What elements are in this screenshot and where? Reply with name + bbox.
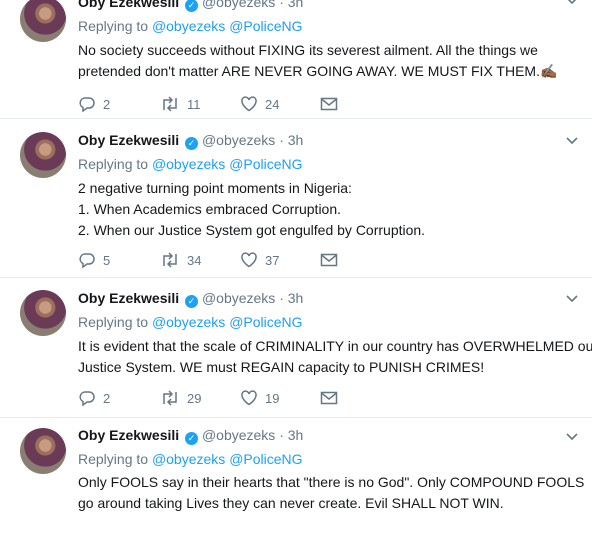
- verified-badge-icon: ✓: [185, 295, 199, 308]
- verified-badge-icon: ✓: [185, 0, 199, 12]
- like-button[interactable]: 24: [240, 94, 279, 114]
- tweet-header: Oby Ezekwesili ✓ @obyezeks · 3h: [78, 132, 303, 150]
- separator-dot: ·: [279, 132, 284, 148]
- separator-dot: ·: [279, 290, 284, 306]
- envelope-icon: [320, 391, 338, 405]
- author-name[interactable]: Oby Ezekwesili: [78, 0, 179, 10]
- tweet[interactable]: Oby Ezekwesili ✓ @obyezeks · 3h Replying…: [0, 118, 592, 278]
- retweet-count: 34: [187, 252, 202, 268]
- tweet-text-line: No society succeeds without FIXING its s…: [78, 42, 538, 58]
- tweet-text: It is evident that the scale of CRIMINAL…: [78, 336, 592, 378]
- replying-prefix: Replying to: [78, 18, 149, 34]
- direct-message-button[interactable]: [320, 250, 338, 270]
- reply-icon: [79, 391, 95, 407]
- timestamp[interactable]: 3h: [288, 132, 304, 148]
- replying-prefix: Replying to: [78, 451, 149, 467]
- avatar[interactable]: [20, 132, 66, 178]
- avatar[interactable]: [20, 0, 66, 42]
- mention-link[interactable]: @obyezeks: [152, 314, 225, 330]
- author-handle[interactable]: @obyezeks: [202, 0, 275, 10]
- heart-icon: [241, 252, 257, 268]
- tweet-text-line: 2 negative turning point moments in Nige…: [78, 180, 352, 196]
- chevron-down-icon[interactable]: [566, 430, 578, 444]
- heart-icon: [241, 96, 257, 112]
- tweet-text: No society succeeds without FIXING its s…: [78, 40, 586, 82]
- chevron-down-icon[interactable]: [566, 292, 578, 306]
- timestamp[interactable]: 3h: [288, 0, 304, 10]
- tweet-header: Oby Ezekwesili ✓ @obyezeks · 3h: [78, 427, 303, 445]
- replying-to: Replying to @obyezeks @PoliceNG: [78, 314, 303, 330]
- tweet-text-line: go around taking Lives they can never cr…: [78, 495, 504, 511]
- reply-icon: [79, 97, 95, 113]
- replying-prefix: Replying to: [78, 156, 149, 172]
- author-handle[interactable]: @obyezeks: [202, 132, 275, 148]
- reply-count: 2: [103, 390, 111, 406]
- retweet-count: 11: [187, 96, 201, 112]
- retweet-button[interactable]: 11: [160, 94, 201, 114]
- mention-link[interactable]: @PoliceNG: [229, 314, 302, 330]
- replying-to: Replying to @obyezeks @PoliceNG: [78, 156, 303, 172]
- heart-icon: [241, 390, 257, 406]
- verified-badge-icon: ✓: [185, 137, 199, 150]
- reply-icon: [79, 253, 95, 269]
- separator-dot: ·: [279, 427, 284, 443]
- reply-count: 5: [103, 252, 111, 268]
- like-button[interactable]: 37: [240, 250, 279, 270]
- tweet-header: Oby Ezekwesili ✓ @obyezeks · 3h: [78, 0, 303, 12]
- avatar[interactable]: [20, 290, 66, 336]
- envelope-icon: [320, 97, 338, 111]
- tweet[interactable]: Oby Ezekwesili ✓ @obyezeks · 3h Replying…: [0, 278, 592, 418]
- replying-to: Replying to @obyezeks @PoliceNG: [78, 18, 303, 34]
- mention-link[interactable]: @PoliceNG: [229, 18, 302, 34]
- verified-badge-icon: ✓: [185, 432, 199, 445]
- mention-link[interactable]: @PoliceNG: [229, 156, 302, 172]
- tweet-text-line: Justice System. WE must REGAIN capacity …: [78, 359, 485, 375]
- tweet-text-line: It is evident that the scale of CRIMINAL…: [78, 338, 592, 354]
- mention-link[interactable]: @PoliceNG: [229, 451, 302, 467]
- replying-prefix: Replying to: [78, 314, 149, 330]
- retweet-icon: [163, 252, 177, 268]
- chevron-down-icon[interactable]: [566, 134, 578, 148]
- tweet-text: 2 negative turning point moments in Nige…: [78, 178, 586, 241]
- tweet[interactable]: Oby Ezekwesili ✓ @obyezeks · 3h Replying…: [0, 418, 592, 558]
- direct-message-button[interactable]: [320, 388, 338, 408]
- reply-button[interactable]: 5: [78, 250, 110, 270]
- tweet-text-line: 1. When Academics embraced Corruption.: [78, 201, 342, 217]
- retweet-button[interactable]: 29: [160, 388, 201, 408]
- retweet-icon: [163, 390, 177, 406]
- separator-dot: ·: [279, 0, 284, 10]
- tweet-text: Only FOOLS say in their hearts that "the…: [78, 472, 586, 514]
- avatar[interactable]: [20, 428, 66, 474]
- timestamp[interactable]: 3h: [288, 427, 304, 443]
- retweet-icon: [163, 96, 177, 112]
- author-handle[interactable]: @obyezeks: [202, 427, 275, 443]
- retweet-count: 29: [187, 390, 202, 406]
- tweet-header: Oby Ezekwesili ✓ @obyezeks · 3h: [78, 290, 303, 308]
- like-button[interactable]: 19: [240, 388, 279, 408]
- chevron-down-icon[interactable]: [566, 0, 578, 8]
- author-name[interactable]: Oby Ezekwesili: [78, 132, 179, 148]
- mention-link[interactable]: @obyezeks: [152, 451, 225, 467]
- reply-button[interactable]: 2: [78, 94, 110, 114]
- mention-link[interactable]: @obyezeks: [152, 156, 225, 172]
- tweet-text-line: pretended don't matter ARE NEVER GOING A…: [78, 63, 558, 79]
- author-handle[interactable]: @obyezeks: [202, 290, 275, 306]
- like-count: 19: [265, 390, 280, 406]
- tweet-text-line: Only FOOLS say in their hearts that "the…: [78, 474, 585, 490]
- reply-count: 2: [103, 96, 111, 112]
- like-count: 24: [265, 96, 280, 112]
- envelope-icon: [320, 253, 338, 267]
- author-name[interactable]: Oby Ezekwesili: [78, 427, 179, 443]
- tweet-text-line: 2. When our Justice System got engulfed …: [78, 222, 426, 238]
- timestamp[interactable]: 3h: [288, 290, 304, 306]
- like-count: 37: [265, 252, 280, 268]
- replying-to: Replying to @obyezeks @PoliceNG: [78, 451, 303, 467]
- mention-link[interactable]: @obyezeks: [152, 18, 225, 34]
- author-name[interactable]: Oby Ezekwesili: [78, 290, 179, 306]
- retweet-button[interactable]: 34: [160, 250, 201, 270]
- tweet[interactable]: Oby Ezekwesili ✓ @obyezeks · 3h Replying…: [0, 0, 592, 119]
- reply-button[interactable]: 2: [78, 388, 110, 408]
- direct-message-button[interactable]: [320, 94, 338, 114]
